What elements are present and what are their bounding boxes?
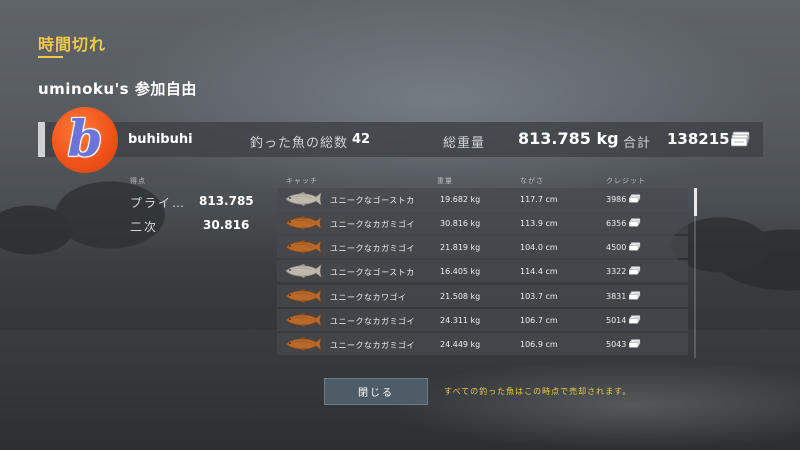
- fish-credit: 3986: [606, 195, 627, 204]
- money-stack-icon: [628, 315, 641, 326]
- title-underline: [38, 56, 63, 58]
- money-stack-icon: [628, 339, 641, 350]
- ghost-carp-icon: [284, 192, 322, 208]
- results-title: 時間切れ: [38, 35, 107, 54]
- carp-icon: [284, 289, 322, 305]
- fish-weight: 24.449 kg: [440, 340, 481, 349]
- fish-credit: 6356: [606, 219, 627, 228]
- ghost-carp-icon: [284, 264, 322, 280]
- fish-credit: 5043: [606, 340, 627, 349]
- catch-list-scrollbar-thumb[interactable]: [694, 188, 697, 216]
- catch-row: ユニークなカガミゴイ 24.449 kg 106.9 cm 5043: [277, 333, 688, 355]
- catch-row: ユニークなゴーストカ 19.682 kg 117.7 cm 3986: [277, 188, 688, 210]
- catch-count-label: 釣った魚の総数: [250, 136, 349, 151]
- avatar-letter: b: [67, 108, 103, 168]
- carp-icon: [284, 216, 322, 232]
- fish-length: 113.9 cm: [520, 219, 558, 228]
- col-header-catch: キャッチ: [286, 177, 318, 185]
- player-bar-accent: [38, 122, 45, 157]
- score-header: 得点: [130, 177, 146, 185]
- col-header-weight: 重量: [437, 177, 453, 185]
- catch-row: ユニークなカワゴイ 21.508 kg 103.7 cm 3831: [277, 285, 688, 307]
- total-weight-value: 813.785 kg: [518, 129, 619, 148]
- total-weight-label: 総重量: [443, 136, 486, 151]
- total-credits-label: 合計: [623, 136, 652, 151]
- money-stack-icon: [628, 194, 641, 205]
- player-avatar: b: [52, 107, 118, 173]
- carp-icon: [284, 313, 322, 329]
- catch-count-value: 42: [352, 132, 371, 147]
- catch-row: ユニークなカガミゴイ 21.819 kg 104.0 cm 4500: [277, 236, 688, 258]
- money-stack-icon: [628, 266, 641, 277]
- fish-name: ユニークなカガミゴイ: [330, 220, 415, 229]
- fish-length: 114.4 cm: [520, 267, 558, 276]
- fish-credit: 3831: [606, 292, 627, 301]
- fish-name: ユニークなカガミゴイ: [330, 244, 415, 253]
- fish-weight: 16.405 kg: [440, 267, 481, 276]
- catch-row: ユニークなゴーストカ 16.405 kg 114.4 cm 3322: [277, 260, 688, 282]
- fish-name: ユニークなゴーストカ: [330, 196, 415, 205]
- score-secondary-value: 30.816: [203, 218, 250, 232]
- fish-weight: 30.816 kg: [440, 219, 481, 228]
- total-credits-value: 138215: [667, 130, 730, 148]
- money-stack-icon: [628, 291, 641, 302]
- score-secondary-label: 二次: [130, 220, 159, 234]
- money-stack-icon: [628, 242, 641, 253]
- fish-weight: 19.682 kg: [440, 195, 481, 204]
- fish-length: 106.7 cm: [520, 316, 558, 325]
- close-button[interactable]: 閉じる: [324, 378, 428, 405]
- session-subtitle: uminoku's 参加自由: [38, 80, 197, 98]
- fish-credit: 4500: [606, 243, 627, 252]
- col-header-credit: クレジット: [606, 177, 646, 185]
- fish-name: ユニークなゴーストカ: [330, 268, 415, 277]
- fish-credit: 3322: [606, 267, 627, 276]
- fish-length: 117.7 cm: [520, 195, 558, 204]
- fish-weight: 21.819 kg: [440, 243, 481, 252]
- fish-weight: 24.311 kg: [440, 316, 481, 325]
- player-name: buhibuhi: [128, 132, 193, 147]
- money-stack-icon: [730, 131, 751, 151]
- sale-notice: すべての釣った魚はこの時点で売却されます。: [444, 387, 632, 396]
- fish-length: 106.9 cm: [520, 340, 558, 349]
- water-reflection: [380, 360, 800, 450]
- money-stack-icon: [628, 218, 641, 229]
- fish-weight: 21.508 kg: [440, 292, 481, 301]
- fish-length: 103.7 cm: [520, 292, 558, 301]
- score-primary-value: 813.785: [199, 194, 254, 208]
- fish-length: 104.0 cm: [520, 243, 558, 252]
- fish-credit: 5014: [606, 316, 627, 325]
- col-header-length: ながさ: [520, 177, 544, 185]
- fish-name: ユニークなカガミゴイ: [330, 317, 415, 326]
- catch-row: ユニークなカガミゴイ 24.311 kg 106.7 cm 5014: [277, 309, 688, 331]
- fish-name: ユニークなカガミゴイ: [330, 341, 415, 350]
- carp-icon: [284, 337, 322, 353]
- fish-name: ユニークなカワゴイ: [330, 293, 407, 302]
- carp-icon: [284, 240, 322, 256]
- catch-row: ユニークなカガミゴイ 30.816 kg 113.9 cm 6356: [277, 212, 688, 234]
- score-primary-label: プライ…: [130, 196, 187, 210]
